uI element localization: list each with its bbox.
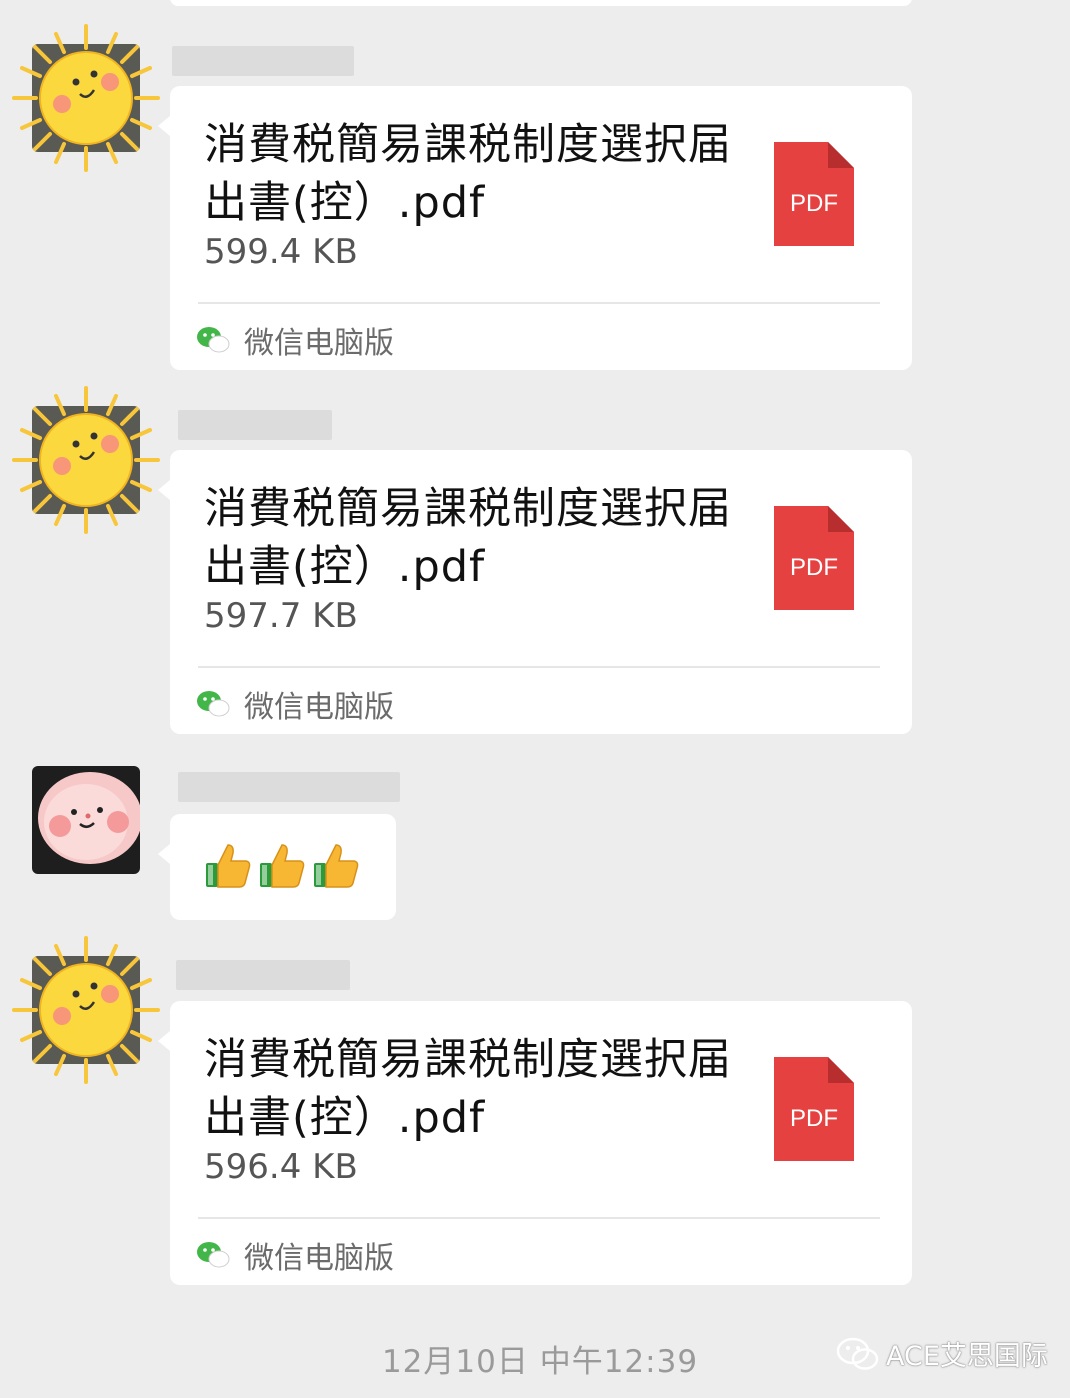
file-size: 597.7 KB [204,596,358,636]
pdf-file-icon: PDF [774,1057,854,1161]
emoji-bubble[interactable]: 👍👍👍 [158,814,396,920]
file-card[interactable]: 消費税簡易課税制度選択届出書(控）.pdf 599.4 KB PDF 微信电脑版 [158,86,912,370]
avatar-sun[interactable] [12,936,160,1084]
pdf-badge-label: PDF [790,190,838,217]
wechat-icon [197,691,230,717]
thumbs-up-icon [204,841,252,893]
divider [198,302,880,304]
pdf-badge-label: PDF [790,1105,838,1132]
sender-name-redacted [178,410,332,440]
divider [198,1217,880,1219]
source-label: 微信电脑版 [244,690,394,725]
file-size: 599.4 KB [204,232,358,272]
wechat-official-account-icon [836,1337,879,1370]
divider [198,666,880,668]
sun-avatar-icon [12,24,160,172]
source-row: 微信电脑版 [196,1235,394,1276]
watermark-label: ACE艾思国际 [886,1341,1048,1372]
file-name: 消費税簡易課税制度選択届出書(控）.pdf [204,120,732,228]
wechat-icon [197,1242,230,1268]
pdf-badge-label: PDF [790,554,838,581]
file-card[interactable]: 消費税簡易課税制度選択届出書(控）.pdf 597.7 KB PDF 微信电脑版 [158,450,912,734]
sender-name-redacted [176,960,350,990]
pdf-file-icon: PDF [774,142,854,246]
file-card[interactable]: 消費税簡易課税制度選択届出書(控）.pdf 596.4 KB PDF 微信电脑版 [158,1001,912,1285]
source-row: 微信电脑版 [196,320,394,361]
file-name: 消費税簡易課税制度選択届出書(控）.pdf [204,1035,732,1143]
previous-message-bubble[interactable] [170,0,912,6]
wechat-icon [197,327,230,353]
file-name: 消費税簡易課税制度選択届出書(控）.pdf [204,484,732,592]
avatar-pink[interactable] [32,766,140,874]
watermark: ACE艾思国际 [836,1334,1048,1373]
file-size: 596.4 KB [204,1147,358,1187]
source-row: 微信电脑版 [196,684,394,725]
sun-avatar-icon [12,936,160,1084]
thumbs-up-icon [312,841,360,893]
thumbs-up-icon [258,841,306,893]
sender-name-redacted [178,772,400,802]
avatar-sun[interactable] [12,386,160,534]
source-label: 微信电脑版 [244,1241,394,1276]
pdf-file-icon: PDF [774,506,854,610]
pink-face-avatar-icon [32,766,140,874]
avatar-sun[interactable] [12,24,160,172]
sun-avatar-icon [12,386,160,534]
source-label: 微信电脑版 [244,326,394,361]
sender-name-redacted [172,46,354,76]
